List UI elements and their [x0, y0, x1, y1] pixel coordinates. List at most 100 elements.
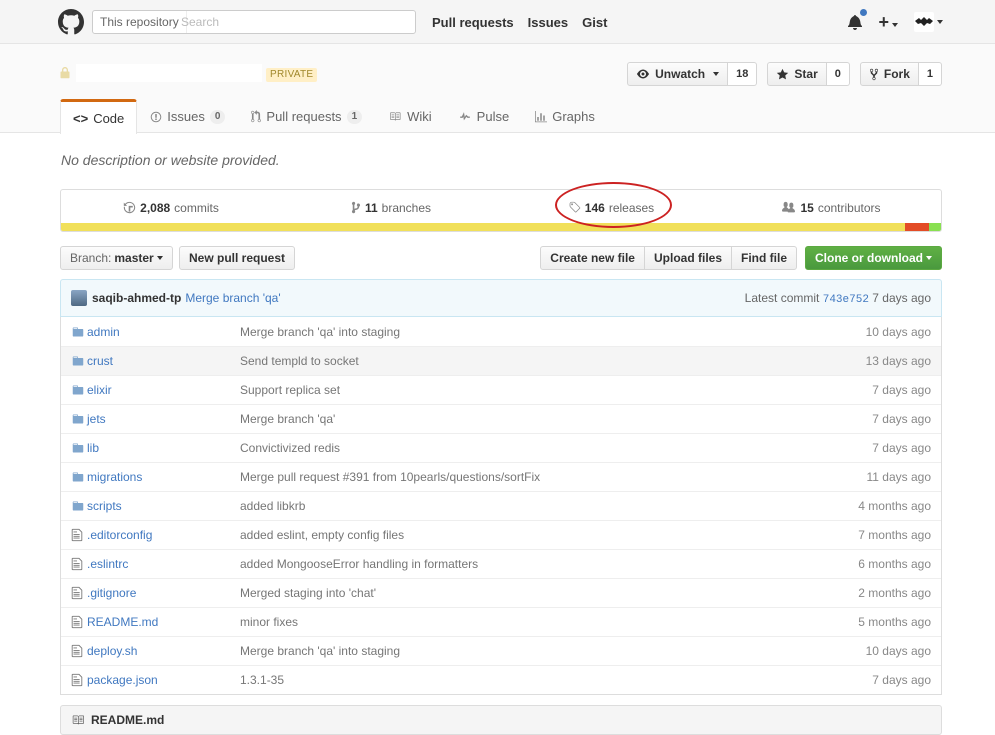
- file-commit-message[interactable]: Merge pull request #391 from 10pearls/qu…: [240, 470, 540, 484]
- commits-link[interactable]: 2,088 commits: [61, 190, 281, 225]
- search-input[interactable]: [179, 13, 409, 31]
- chevron-down-icon: [937, 20, 943, 24]
- tab-code[interactable]: <> Code: [60, 99, 138, 134]
- nav-pull-requests[interactable]: Pull requests: [432, 15, 514, 30]
- file-name-link[interactable]: elixir: [85, 383, 240, 397]
- file-icon: [71, 586, 85, 600]
- tab-pull-requests[interactable]: Pull requests 1: [238, 99, 375, 133]
- tab-graphs-label: Graphs: [552, 109, 595, 124]
- create-new-file-button[interactable]: Create new file: [540, 246, 645, 270]
- table-row: jets Merge branch 'qa' 7 days ago: [61, 404, 941, 433]
- star-button[interactable]: Star: [767, 62, 827, 86]
- github-logo-icon[interactable]: [58, 9, 84, 35]
- file-commit-message[interactable]: Merge branch 'qa': [240, 412, 335, 426]
- file-name-link[interactable]: migrations: [85, 470, 240, 484]
- commit-message[interactable]: Merge branch 'qa': [185, 291, 280, 305]
- new-pull-request-button[interactable]: New pull request: [179, 246, 296, 270]
- find-file-button[interactable]: Find file: [731, 246, 797, 270]
- branches-link[interactable]: 11 branches: [281, 190, 501, 225]
- tab-graphs[interactable]: Graphs: [522, 99, 608, 133]
- nav-gist[interactable]: Gist: [582, 15, 607, 30]
- commit-author[interactable]: saqib-ahmed-tp: [92, 291, 181, 305]
- history-icon: [123, 201, 136, 214]
- tab-wiki[interactable]: Wiki: [375, 99, 445, 133]
- fork-group: Fork 1: [859, 62, 942, 86]
- watchers-count[interactable]: 18: [728, 62, 758, 86]
- star-icon: [777, 68, 789, 79]
- file-commit-message[interactable]: added eslint, empty config files: [240, 528, 404, 542]
- file-commit-message[interactable]: Merge branch 'qa' into staging: [240, 644, 400, 658]
- repo-description: No description or website provided.: [61, 152, 280, 168]
- file-age: 7 days ago: [872, 673, 931, 687]
- file-name-link[interactable]: deploy.sh: [85, 644, 240, 658]
- file-commit-message[interactable]: Merge branch 'qa' into staging: [240, 325, 400, 339]
- file-icon: [71, 557, 85, 571]
- folder-icon: [71, 471, 85, 483]
- language-segment-shell: [929, 223, 941, 231]
- file-name-link[interactable]: lib: [85, 441, 240, 455]
- file-commit-message[interactable]: Support replica set: [240, 383, 340, 397]
- file-name-link[interactable]: jets: [85, 412, 240, 426]
- file-commit-message[interactable]: Convictivized redis: [240, 441, 340, 455]
- file-commit-message[interactable]: 1.3.1-35: [240, 673, 284, 687]
- tab-pull-requests-label: Pull requests: [266, 109, 342, 124]
- file-icon: [71, 528, 85, 542]
- branch-prefix: Branch:: [70, 251, 112, 265]
- tab-pulse[interactable]: Pulse: [445, 99, 523, 133]
- forks-count[interactable]: 1: [918, 62, 942, 86]
- language-segment-javascript: [61, 223, 906, 231]
- repo-nav: <> Code Issues 0 Pull requests 1 Wiki Pu…: [60, 99, 608, 134]
- tab-issues[interactable]: Issues 0: [137, 99, 238, 133]
- file-age: 2 months ago: [858, 586, 931, 600]
- file-name-link[interactable]: package.json: [85, 673, 240, 687]
- file-name-link[interactable]: .editorconfig: [85, 528, 240, 542]
- file-name-link[interactable]: scripts: [85, 499, 240, 513]
- commit-age: 7 days ago: [872, 290, 931, 305]
- star-label: Star: [794, 67, 818, 81]
- file-icon: [71, 673, 85, 687]
- file-commit-message[interactable]: minor fixes: [240, 615, 298, 629]
- create-new-menu[interactable]: +: [878, 13, 898, 31]
- file-commit-message[interactable]: added libkrb: [240, 499, 305, 513]
- fork-button[interactable]: Fork: [859, 62, 919, 86]
- language-bar[interactable]: [61, 223, 941, 231]
- folder-icon: [71, 413, 85, 425]
- chevron-down-icon: [892, 22, 898, 27]
- contributors-link[interactable]: 15 contributors: [721, 190, 941, 225]
- user-menu[interactable]: [914, 12, 943, 32]
- file-commit-message[interactable]: Send templd to socket: [240, 354, 359, 368]
- file-age: 13 days ago: [865, 354, 931, 368]
- plus-icon: +: [878, 12, 889, 32]
- commits-count: 2,088: [140, 200, 171, 215]
- tab-issues-label: Issues: [167, 109, 205, 124]
- star-group: Star 0: [767, 62, 850, 86]
- file-age: 7 days ago: [872, 383, 931, 397]
- avatar[interactable]: [71, 290, 87, 306]
- latest-commit-bar: saqib-ahmed-tp Merge branch 'qa' Latest …: [60, 279, 942, 317]
- clone-or-download-button[interactable]: Clone or download: [805, 246, 942, 270]
- branch-select-button[interactable]: Branch: master: [60, 246, 173, 270]
- branches-count: 11: [364, 200, 378, 215]
- notifications-bell-icon[interactable]: [848, 8, 869, 30]
- private-badge: PRIVATE: [266, 68, 318, 82]
- commit-sha[interactable]: 743e752: [823, 294, 869, 306]
- code-icon: <>: [73, 110, 89, 126]
- file-name-link[interactable]: .eslintrc: [85, 557, 240, 571]
- organization-icon: [782, 201, 796, 213]
- file-commit-message[interactable]: added MongooseError handling in formatte…: [240, 557, 478, 571]
- file-age: 7 days ago: [872, 441, 931, 455]
- file-age: 7 days ago: [872, 412, 931, 426]
- file-name-link[interactable]: README.md: [85, 615, 240, 629]
- file-age: 4 months ago: [858, 499, 931, 513]
- nav-issues[interactable]: Issues: [528, 15, 568, 30]
- tab-code-label: Code: [93, 110, 125, 126]
- file-name-link[interactable]: .gitignore: [85, 586, 240, 600]
- upload-files-button[interactable]: Upload files: [643, 246, 732, 270]
- file-name-link[interactable]: admin: [85, 325, 240, 339]
- repo-actions: Unwatch 18 Star 0 Fork 1: [627, 62, 942, 86]
- file-commit-message[interactable]: Merged staging into 'chat': [240, 586, 376, 600]
- watch-group: Unwatch 18: [627, 62, 758, 86]
- unwatch-button[interactable]: Unwatch: [627, 62, 729, 86]
- stars-count[interactable]: 0: [826, 62, 850, 86]
- file-name-link[interactable]: crust: [85, 354, 240, 368]
